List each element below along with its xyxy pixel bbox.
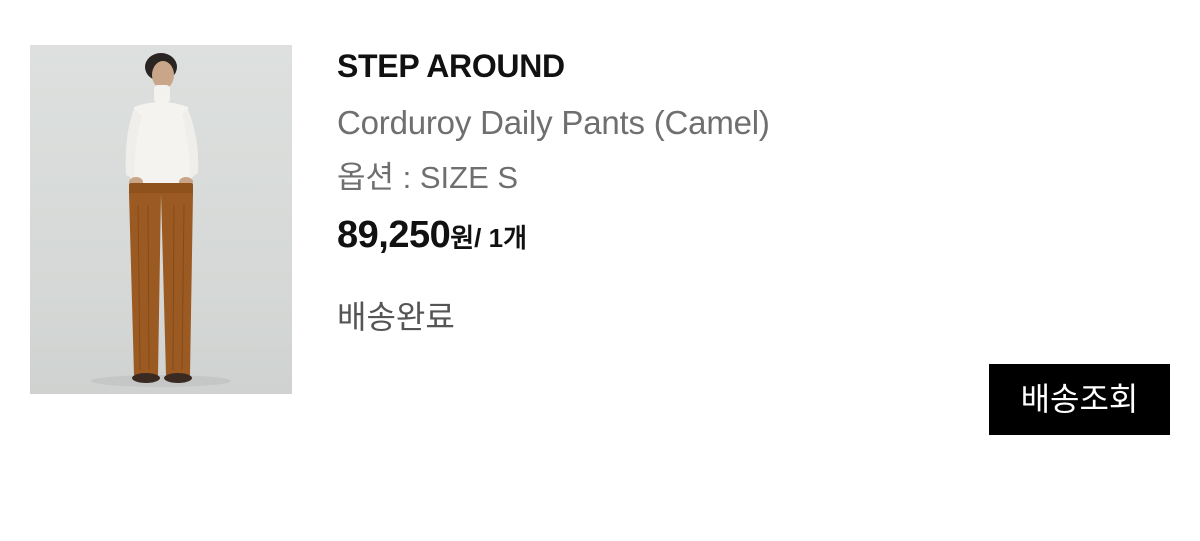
price-currency: 원 bbox=[450, 223, 475, 253]
product-info: STEP AROUND Corduroy Daily Pants (Camel)… bbox=[337, 46, 957, 337]
price-row: 89,250원/ 1개 bbox=[337, 213, 957, 257]
track-shipment-button[interactable]: 배송조회 bbox=[989, 364, 1170, 435]
brand-name[interactable]: STEP AROUND bbox=[337, 46, 957, 86]
product-thumbnail[interactable] bbox=[30, 45, 292, 394]
order-item-card: STEP AROUND Corduroy Daily Pants (Camel)… bbox=[0, 0, 1200, 541]
price-value: 89,250 bbox=[337, 214, 451, 256]
product-name[interactable]: Corduroy Daily Pants (Camel) bbox=[337, 103, 957, 143]
delivery-status: 배송완료 bbox=[337, 299, 455, 335]
quantity: / 1개 bbox=[474, 223, 527, 253]
product-photo bbox=[91, 53, 231, 387]
product-option: 옵션 : SIZE S bbox=[337, 160, 519, 195]
